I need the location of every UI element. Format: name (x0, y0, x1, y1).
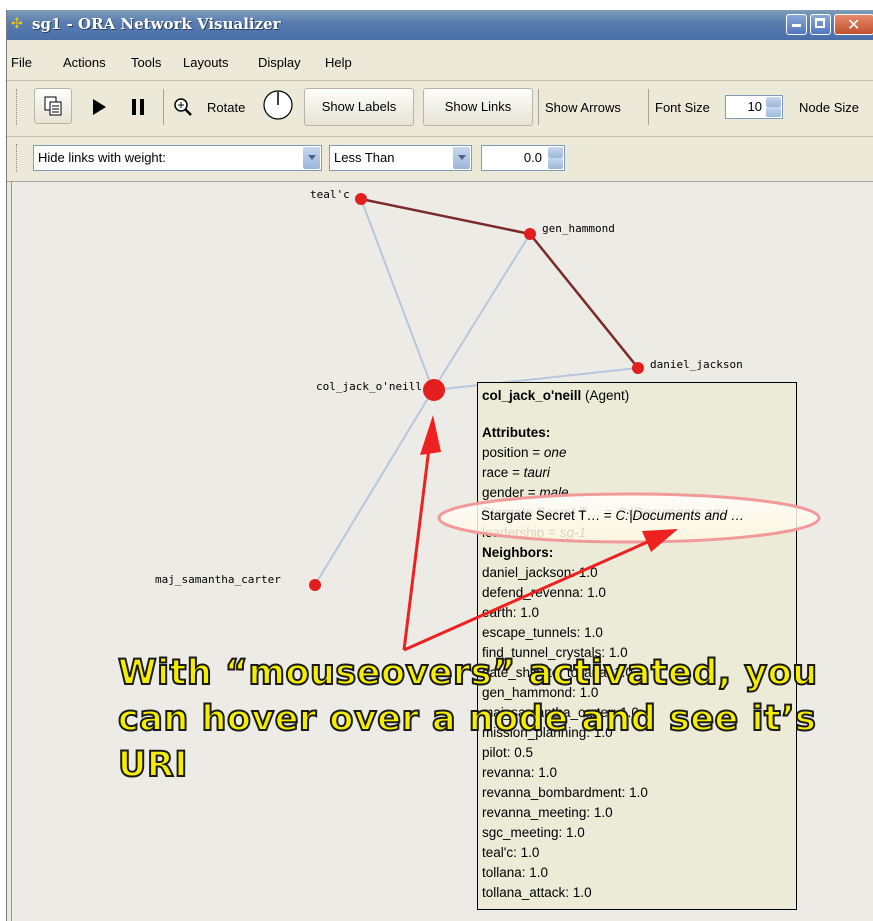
callout-line-2: can hover over a node and see it’s (117, 698, 817, 740)
arrow-to-uri (403, 538, 653, 652)
highlighted-uri-row: Stargate Secret T… = C:|Documents and … (481, 508, 745, 523)
arrow-head-node-icon (420, 415, 441, 455)
callout-line-1: With “mouseovers” activated, you (117, 652, 818, 694)
arrow-to-node (402, 439, 432, 651)
annotation-callout: With “mouseovers” activated, you can hov… (117, 650, 873, 788)
callout-line-3: URI (117, 744, 188, 786)
